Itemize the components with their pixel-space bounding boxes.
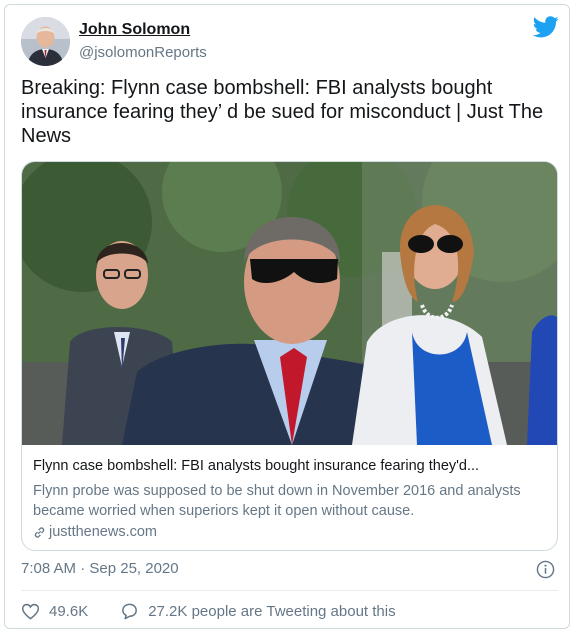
link-icon: [34, 526, 45, 538]
author-handle[interactable]: @jsolomonReports: [79, 44, 207, 61]
heart-icon: [21, 603, 40, 620]
twitter-bird-icon[interactable]: [533, 16, 559, 38]
speech-bubble-icon: [122, 603, 138, 620]
action-bar: 49.6K 27.2K people are Tweeting about th…: [21, 602, 396, 621]
tweeting-count: 27.2K people are Tweeting about this: [148, 603, 396, 620]
like-button[interactable]: 49.6K: [21, 602, 88, 621]
info-icon[interactable]: [536, 560, 555, 579]
like-count: 49.6K: [49, 603, 89, 620]
card-image: [22, 162, 557, 445]
link-card[interactable]: Flynn case bombshell: FBI analysts bough…: [21, 161, 558, 551]
card-domain: justthenews.com: [49, 524, 157, 540]
author-name[interactable]: John Solomon: [79, 21, 190, 39]
card-title[interactable]: Flynn case bombshell: FBI analysts bough…: [33, 458, 549, 474]
tweet-card: John Solomon @jsolomonReports Breaking: …: [4, 4, 570, 629]
tweeting-about-link[interactable]: 27.2K people are Tweeting about this: [120, 602, 396, 621]
tweet-text: Breaking: Flynn case bombshell: FBI anal…: [21, 77, 544, 147]
timestamp[interactable]: 7:08 AM · Sep 25, 2020: [21, 560, 179, 577]
divider: [21, 590, 558, 591]
card-domain-row[interactable]: justthenews.com: [33, 524, 157, 540]
avatar[interactable]: [21, 17, 70, 66]
card-description: Flynn probe was supposed to be shut down…: [33, 483, 521, 519]
